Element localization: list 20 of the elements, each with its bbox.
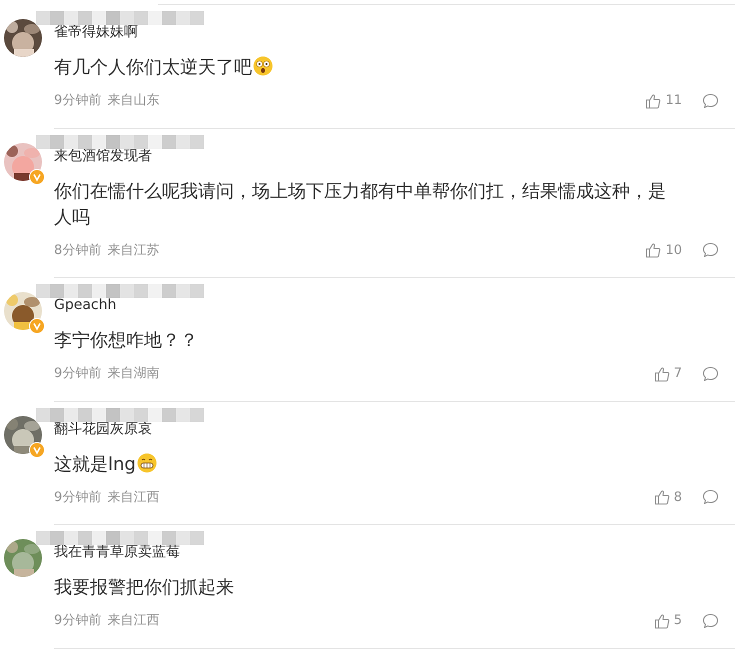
comment-time: 9分钟前 bbox=[54, 92, 102, 110]
comment-location: 来自山东 bbox=[107, 92, 160, 110]
comment-text: 李宁你想咋地？？ bbox=[54, 330, 198, 351]
username[interactable]: 雀帝得妹妹啊 bbox=[54, 23, 138, 41]
comment-location: 来自江西 bbox=[107, 488, 160, 506]
comment-text: 这就是lng bbox=[54, 454, 136, 474]
username[interactable]: 来包酒馆发现者 bbox=[54, 146, 152, 164]
comment-text: 你们在懦什么呢我请问，场上场下压力都有中单帮你们扛，结果懦成这种，是人吗 bbox=[54, 180, 666, 228]
comment-location: 来自江西 bbox=[107, 612, 160, 630]
comment-text: 我要报警把你们抓起来 bbox=[54, 577, 234, 598]
comment-location: 来自江苏 bbox=[107, 242, 160, 260]
comment-location: 来自湖南 bbox=[107, 365, 160, 383]
comment-time: 9分钟前 bbox=[54, 612, 102, 630]
username[interactable]: 翻斗花园灰原哀 bbox=[54, 420, 152, 438]
username[interactable]: Gpeachh bbox=[54, 296, 116, 314]
comment-time: 9分钟前 bbox=[54, 488, 102, 506]
comment-time: 9分钟前 bbox=[54, 365, 102, 383]
comment-time: 8分钟前 bbox=[54, 242, 102, 260]
comment-text: 有几个人你们太逆天了吧 bbox=[54, 57, 252, 78]
username[interactable]: 我在青青草原卖蓝莓 bbox=[54, 543, 180, 561]
